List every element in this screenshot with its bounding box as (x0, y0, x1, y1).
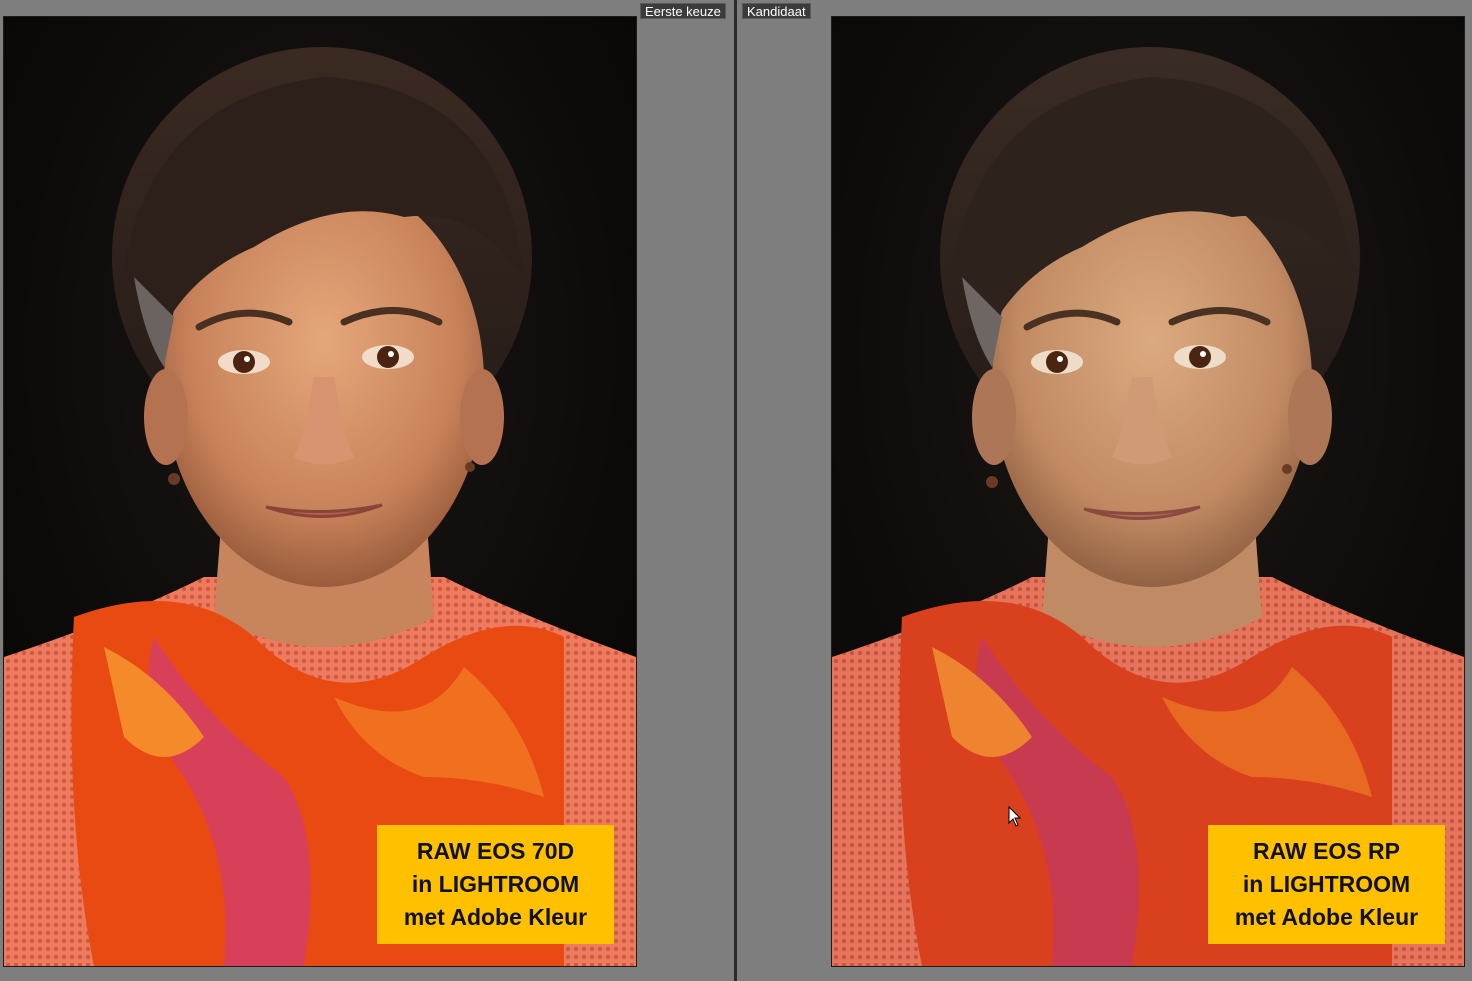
pane-divider (734, 0, 737, 981)
portrait-image-rp (832, 17, 1464, 966)
mouse-cursor-icon (1008, 806, 1022, 827)
select-tag: Eerste keuze (640, 3, 726, 19)
label-line: RAW EOS 70D (416, 838, 575, 864)
label-line: RAW EOS RP (1253, 838, 1400, 864)
label-line: in LIGHTROOM (1242, 871, 1411, 897)
camera-label-70d: RAW EOS 70D in LIGHTROOM met Adobe Kleur (377, 825, 614, 944)
photo-select[interactable] (4, 17, 636, 966)
camera-label-rp: RAW EOS RP in LIGHTROOM met Adobe Kleur (1208, 825, 1445, 944)
candidate-tag: Kandidaat (742, 3, 811, 19)
label-line: met Adobe Kleur (403, 904, 588, 930)
photo-candidate[interactable] (832, 17, 1464, 966)
portrait-image-70d (4, 17, 636, 966)
label-line: in LIGHTROOM (411, 871, 580, 897)
label-line: met Adobe Kleur (1234, 904, 1419, 930)
